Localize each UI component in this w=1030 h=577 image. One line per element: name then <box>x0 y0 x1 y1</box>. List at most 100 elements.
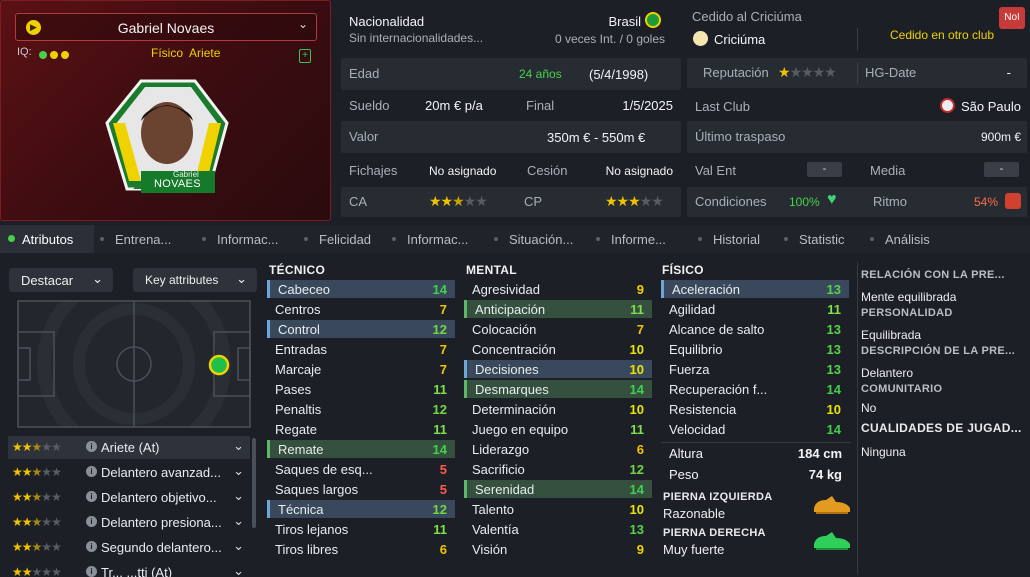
attribute-name: Sacrificio <box>472 462 525 477</box>
position-marker-icon[interactable] <box>208 354 230 376</box>
attribute-name: Aceleración <box>672 282 740 297</box>
technical-attribute-row[interactable]: Entradas 7 <box>267 340 455 358</box>
tab-attributes[interactable]: Atributos <box>22 232 73 247</box>
mental-attribute-row[interactable]: Juego en equipo 11 <box>464 420 652 438</box>
attribute-value: 14 <box>629 482 644 497</box>
chevron-down-icon[interactable]: ⌄ <box>233 513 244 529</box>
tab-training[interactable]: Entrena... <box>115 232 171 247</box>
attribute-name: Serenidad <box>475 482 535 497</box>
qualities-value: Ninguna <box>861 445 906 459</box>
technical-attribute-row[interactable]: Penaltis 12 <box>267 400 455 418</box>
mental-attribute-row[interactable]: Anticipación 11 <box>464 300 652 318</box>
attribute-value: 7 <box>439 342 447 357</box>
mental-attribute-row[interactable]: Visión 9 <box>464 540 652 558</box>
mental-attribute-row[interactable]: Colocación 7 <box>464 320 652 338</box>
role-row[interactable]: ★★★★★ i Tr... ...tti (At) ⌄ <box>8 561 250 577</box>
role-row[interactable]: ★★★★★ i Delantero avanzad... ⌄ <box>8 461 250 484</box>
cp-label: CP <box>524 194 543 209</box>
physical-attribute-row[interactable]: Velocidad 14 <box>661 420 849 438</box>
attribute-value: 11 <box>433 422 447 437</box>
chevron-down-icon[interactable]: ⌄ <box>233 538 244 554</box>
info-icon[interactable]: i <box>86 491 97 502</box>
technical-attribute-row[interactable]: Saques largos 5 <box>267 480 455 498</box>
roles-scrollbar[interactable] <box>252 438 256 528</box>
nationality-value[interactable]: Brasil <box>608 14 641 29</box>
mental-attribute-row[interactable]: Talento 10 <box>464 500 652 518</box>
tab-info[interactable]: Informac... <box>407 232 468 247</box>
technical-attribute-row[interactable]: Pases 11 <box>267 380 455 398</box>
technical-attribute-row[interactable]: Tiros libres 6 <box>267 540 455 558</box>
role-row[interactable]: ★★★★★ i Delantero objetivo... ⌄ <box>8 486 250 509</box>
physical-attribute-row[interactable]: Recuperación f... 14 <box>661 380 849 398</box>
tab-situation[interactable]: Situación... <box>509 232 573 247</box>
tab-scout-report[interactable]: Informe... <box>611 232 666 247</box>
hg-value: - <box>1006 65 1011 80</box>
info-icon[interactable]: i <box>86 466 97 477</box>
technical-attribute-row[interactable]: Regate 11 <box>267 420 455 438</box>
value-label: Valor <box>349 129 379 144</box>
technical-attribute-row[interactable]: Centros 7 <box>267 300 455 318</box>
physical-attribute-row[interactable]: Resistencia 10 <box>661 400 849 418</box>
mental-attribute-row[interactable]: Decisiones 10 <box>464 360 652 378</box>
mental-attribute-row[interactable]: Determinación 10 <box>464 400 652 418</box>
technical-attribute-row[interactable]: Cabeceo 14 <box>267 280 455 298</box>
key-attributes-dropdown[interactable]: Key attributes ⌄ <box>133 268 257 292</box>
attribute-value: 14 <box>629 382 644 397</box>
nol-badge[interactable]: NoI <box>999 7 1025 29</box>
info-icon[interactable]: i <box>86 516 97 527</box>
mental-attribute-row[interactable]: Valentía 13 <box>464 520 652 538</box>
role-row[interactable]: ★★★★★ i Ariete (At) ⌄ <box>8 436 250 459</box>
attribute-value: 10 <box>826 402 841 417</box>
chevron-down-icon[interactable]: ⌄ <box>233 563 244 577</box>
tab-reports[interactable]: Informac... <box>217 232 278 247</box>
physical-attribute-row[interactable]: Agilidad 11 <box>661 300 849 318</box>
attribute-name: Pases <box>275 382 312 397</box>
technical-attribute-row[interactable]: Tiros lejanos 11 <box>267 520 455 538</box>
highlight-dropdown[interactable]: Destacar ⌄ <box>9 268 113 292</box>
role-row[interactable]: ★★★★★ i Delantero presiona... ⌄ <box>8 511 250 534</box>
last-club-value[interactable]: São Paulo <box>961 99 1021 114</box>
role-stars: ★★★★★ <box>12 490 62 504</box>
tab-history[interactable]: Historial <box>713 232 760 247</box>
mental-attribute-row[interactable]: Desmarques 14 <box>464 380 652 398</box>
chevron-down-icon[interactable]: ⌄ <box>233 488 244 504</box>
info-icon[interactable]: i <box>86 566 97 577</box>
technical-attribute-row[interactable]: Remate 14 <box>267 440 455 458</box>
contract-end-value: 1/5/2025 <box>622 98 673 113</box>
nationality-label: Nacionalidad <box>349 14 425 29</box>
physical-attribute-row[interactable]: Alcance de salto 13 <box>661 320 849 338</box>
technical-attribute-row[interactable]: Marcaje 7 <box>267 360 455 378</box>
player-name-bar[interactable]: ▶ Gabriel Novaes ⌄ <box>15 13 317 41</box>
technical-attribute-row[interactable]: Saques de esq... 5 <box>267 460 455 478</box>
role-row[interactable]: ★★★★★ i Segundo delantero... ⌄ <box>8 536 250 559</box>
physical-attribute-row[interactable]: Equilibrio 13 <box>661 340 849 358</box>
club-panel: Cedido al Criciúma Criciúma Cedido en ot… <box>687 4 1030 56</box>
physical-attribute-row[interactable]: Aceleración 13 <box>661 280 849 298</box>
chevron-down-icon[interactable]: ⌄ <box>233 438 244 454</box>
mental-attribute-row[interactable]: Sacrificio 12 <box>464 460 652 478</box>
club-name[interactable]: Criciúma <box>714 32 765 47</box>
mental-attribute-row[interactable]: Serenidad 14 <box>464 480 652 498</box>
info-icon[interactable]: i <box>86 441 97 452</box>
mental-attribute-row[interactable]: Liderazgo 6 <box>464 440 652 458</box>
iq-dots <box>39 47 72 62</box>
chevron-down-icon[interactable]: ⌄ <box>298 17 308 31</box>
info-icon[interactable]: i <box>86 541 97 552</box>
attribute-name: Marcaje <box>275 362 322 377</box>
clipboard-icon[interactable]: + <box>299 49 311 63</box>
technical-attribute-row[interactable]: Control 12 <box>267 320 455 338</box>
rhythm-value: 54% <box>974 195 999 209</box>
mental-attribute-row[interactable]: Agresividad 9 <box>464 280 652 298</box>
val-ent-label: Val Ent <box>695 163 736 178</box>
personality-label: PERSONALIDAD <box>861 307 953 319</box>
chevron-down-icon[interactable]: ⌄ <box>233 463 244 479</box>
technical-attribute-row[interactable]: Técnica 12 <box>267 500 455 518</box>
mental-attribute-row[interactable]: Concentración 10 <box>464 340 652 358</box>
media-value: - <box>984 162 1019 177</box>
physical-attribute-row[interactable]: Fuerza 13 <box>661 360 849 378</box>
tab-analysis[interactable]: Análisis <box>885 232 930 247</box>
cp-stars: ★★★★★ <box>605 193 664 209</box>
attribute-value: 11 <box>433 382 447 397</box>
tab-happiness[interactable]: Felicidad <box>319 232 371 247</box>
tab-statistics[interactable]: Statistic <box>799 232 845 247</box>
